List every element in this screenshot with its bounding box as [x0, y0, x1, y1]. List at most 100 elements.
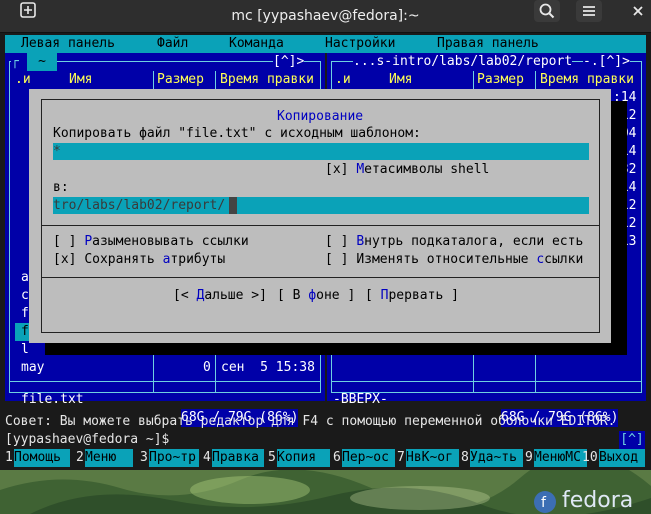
fkey-label: Правка [212, 449, 264, 467]
hamburger-icon[interactable] [576, 0, 602, 22]
left-panel-path[interactable]: ~ [27, 53, 57, 71]
fkey-label: Пер~ос [342, 449, 395, 467]
menu-right-panel[interactable]: Правая панель [437, 35, 539, 53]
checkbox-mark: [ ] [325, 234, 349, 249]
menu-left-panel[interactable]: Левая панель [21, 35, 115, 53]
button-text: альше >] [204, 288, 267, 303]
left-selected-file: file.txt [21, 392, 84, 407]
col-mtime[interactable]: Время правки [220, 71, 314, 89]
menu-command[interactable]: Команда [229, 35, 284, 53]
window-titlebar: mc [yypashaev@fedora]:~ [0, 0, 651, 33]
metachar-checkbox[interactable]: [x] Метасимволы shell [325, 161, 489, 179]
col-n[interactable]: .и [15, 71, 31, 89]
col-name[interactable]: Имя [69, 71, 92, 89]
dest-label: в: [53, 180, 69, 195]
abort-button[interactable]: [ Прервать ] [365, 287, 459, 305]
list-item-mtime: :13 [613, 234, 637, 249]
copy-dialog[interactable]: Копирование Копировать файл "file.txt" с… [29, 89, 611, 343]
relative-links-checkbox[interactable]: [ ] Изменять относительные ссылки [325, 251, 583, 269]
list-item-size: 0 [203, 360, 211, 375]
fkey-label: Помощь [14, 449, 70, 467]
fkey-copy[interactable]: 5 Копия [268, 449, 330, 467]
hotkey: ф [308, 288, 317, 303]
hint-line: Совет: Вы можете выбрать редактор для F4… [5, 414, 616, 429]
fkey-label: МенюMC [534, 449, 587, 467]
col-size[interactable]: Размер [477, 71, 524, 89]
source-mask-value: * [53, 144, 61, 159]
hotkey: В [356, 234, 365, 249]
col-mtime[interactable]: Время правки [540, 71, 634, 89]
dialog-title: Копирование [273, 108, 368, 126]
fkey-label: НвК~ог [406, 449, 459, 467]
deref-checkbox[interactable]: [ ] Разыменовывать ссылки [53, 233, 249, 251]
fkey-number: 3 [140, 450, 148, 465]
desktop-wallpaper: f fedora [0, 470, 651, 514]
background-button[interactable]: [ В фоне ] [277, 287, 355, 305]
left-panel-hint[interactable]: [^]> [273, 53, 305, 71]
fedora-logo-text: fedora [562, 488, 634, 513]
fkey-number: 9 [525, 450, 533, 465]
col-size[interactable]: Размер [157, 71, 204, 89]
list-item-mtime: сен 5 15:38 [221, 360, 315, 375]
shell-prompt[interactable]: [yypashaev@fedora ~]$ [5, 431, 169, 449]
search-icon[interactable] [534, 0, 560, 22]
list-item[interactable]: f [21, 305, 29, 323]
fkey-number: 8 [461, 450, 469, 465]
text-cursor [229, 197, 237, 214]
col-name[interactable]: Имя [389, 71, 412, 89]
list-item-selected[interactable]: f [21, 323, 29, 341]
col-n[interactable]: .и [335, 71, 351, 89]
list-item[interactable]: may [21, 359, 44, 377]
checkbox-mark: [ ] [325, 252, 349, 267]
hotkey: Р [84, 234, 93, 249]
terminal[interactable]: Левая панель Файл Команда Настройки Прав… [0, 33, 651, 470]
fkey-move[interactable]: 6 Пер~ос [333, 449, 395, 467]
into-subdir-checkbox[interactable]: [ ] Внутрь подкаталога, если есть [325, 233, 583, 251]
list-item-mtime: :12 [613, 108, 637, 123]
fkey-menu[interactable]: 2 Меню [76, 449, 133, 467]
function-key-bar: 1 Помощь 2 Меню 3 Про~тр 4 Правка 5 Копия 6 Пе… [5, 449, 645, 467]
fkey-mc-menu[interactable]: 9 МенюMC [525, 449, 587, 467]
option-label: трибуты [170, 252, 226, 267]
dest-input[interactable]: tro/labs/lab02/report/ [53, 197, 589, 214]
button-text: [ В [277, 288, 309, 303]
list-item-mtime: :14 [613, 144, 637, 159]
list-item-mtime: :32 [613, 162, 637, 177]
list-item[interactable]: a [21, 269, 29, 287]
fkey-number: 6 [333, 450, 341, 465]
close-icon[interactable] [626, 0, 650, 22]
hotkey: с [536, 252, 545, 267]
menu-options[interactable]: Настройки [325, 35, 395, 53]
button-text: [ [365, 288, 381, 303]
fkey-delete[interactable]: 8 Уда~ть [461, 449, 523, 467]
fkey-quit[interactable]: 10 Выход [582, 449, 645, 467]
continue-button[interactable]: [< Дальше >] [173, 287, 267, 305]
button-text: рервать ] [388, 288, 459, 303]
fkey-number: 10 [582, 450, 598, 465]
fkey-number: 2 [76, 450, 84, 465]
option-label: нутрь подкаталога, если есть [364, 234, 584, 249]
fkey-mkdir[interactable]: 7 НвК~ог [397, 449, 459, 467]
keep-attrs-checkbox[interactable]: [x] Сохранять атрибуты [53, 251, 225, 269]
metachar-label: етасимволы shell [364, 162, 490, 177]
list-item-mtime: :14 [613, 90, 637, 105]
option-label: Изменять относительные [356, 252, 537, 267]
source-mask-input[interactable]: * [53, 143, 589, 160]
option-label: сылки [544, 252, 584, 267]
fkey-help[interactable]: 1 Помощь [5, 449, 70, 467]
right-panel-hint[interactable]: -.[^]> [583, 53, 630, 71]
fkey-label: Уда~ть [470, 449, 523, 467]
fkey-label: Меню [85, 449, 133, 467]
fkey-view[interactable]: 3 Про~тр [140, 449, 199, 467]
fkey-number: 7 [397, 450, 405, 465]
right-status: -ВВЕРХ- [333, 392, 388, 407]
prompt-hint[interactable]: [^] [619, 431, 645, 449]
menu-file[interactable]: Файл [157, 35, 188, 53]
list-item[interactable]: l [21, 341, 29, 359]
dest-value: tro/labs/lab02/report/ [53, 198, 226, 213]
option-label: Сохранять [84, 252, 163, 267]
right-panel-path[interactable]: ...s-intro/labs/lab02/report [353, 53, 573, 71]
fkey-label: Копия [277, 449, 330, 467]
fkey-edit[interactable]: 4 Правка [203, 449, 264, 467]
list-item[interactable]: c [21, 287, 29, 305]
